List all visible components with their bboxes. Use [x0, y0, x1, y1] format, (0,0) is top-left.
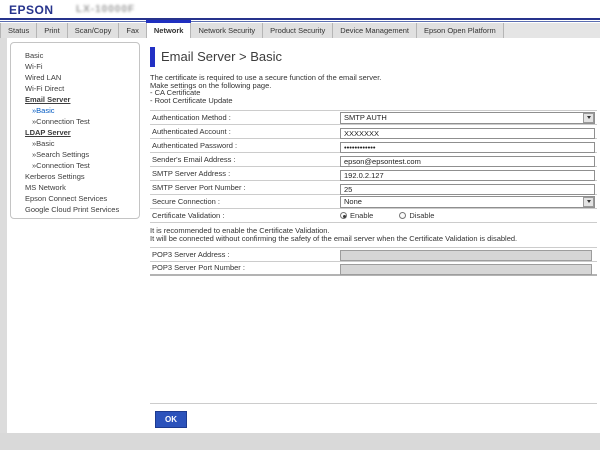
- pop3-form: POP3 Server Address : POP3 Server Port N…: [150, 247, 597, 276]
- selected-value: SMTP AUTH: [341, 113, 387, 122]
- field-label: Authentication Method :: [150, 113, 340, 122]
- smtp-server-port-number-input[interactable]: [340, 184, 595, 195]
- sidebar-item-basic[interactable]: Basic: [11, 50, 139, 61]
- sidebar-item-email-server-connection-test[interactable]: »Connection Test: [11, 116, 139, 127]
- tab-fax[interactable]: Fax: [119, 23, 147, 38]
- tab-network-security[interactable]: Network Security: [191, 23, 263, 38]
- tab-print[interactable]: Print: [37, 23, 67, 38]
- certificate-validation-note: It is recommended to enable the Certific…: [150, 227, 597, 243]
- sidebar-item-kerberos-settings[interactable]: Kerberos Settings: [11, 171, 139, 182]
- printer-model-redacted: LX-10000F: [76, 4, 135, 15]
- sidebar-item-epson-connect-services[interactable]: Epson Connect Services: [11, 193, 139, 204]
- field-label: POP3 Server Address :: [150, 250, 340, 259]
- tab-status[interactable]: Status: [0, 23, 37, 38]
- radio-enable-icon[interactable]: [340, 212, 347, 219]
- chevron-down-icon[interactable]: [583, 197, 594, 207]
- epson-web-config-page: EPSON LX-10000F Status Print Scan/Copy F…: [0, 0, 600, 450]
- certificate-validation-radio-group: Enable Disable: [340, 211, 597, 220]
- secure-connection-select[interactable]: None: [340, 196, 595, 208]
- sidebar-item-ldap-search-settings[interactable]: »Search Settings: [11, 149, 139, 160]
- sidebar-item-ms-network[interactable]: MS Network: [11, 182, 139, 193]
- epson-logo: EPSON: [9, 3, 54, 17]
- main-content: Email Server > Basic The certificate is …: [150, 46, 597, 276]
- field-label: Authenticated Password :: [150, 141, 340, 150]
- note-line: It will be connected without confirming …: [150, 235, 597, 243]
- field-label: POP3 Server Port Number :: [150, 263, 340, 272]
- description-line: - Root Certificate Update: [150, 97, 597, 105]
- sidebar-nav: Basic Wi-Fi Wired LAN Wi-Fi Direct Email…: [10, 42, 140, 219]
- sidebar-item-email-server-basic[interactable]: »Basic: [11, 105, 139, 116]
- bottom-status-strip: [0, 433, 600, 450]
- tab-epson-open-platform[interactable]: Epson Open Platform: [417, 23, 504, 38]
- top-tab-bar: Status Print Scan/Copy Fax Network Netwo…: [0, 23, 600, 38]
- header: EPSON LX-10000F: [0, 0, 600, 18]
- sidebar-item-google-cloud-print-services[interactable]: Google Cloud Print Services: [11, 204, 139, 215]
- form-row-secure-connection: Secure Connection : None: [150, 195, 597, 209]
- description-text: The certificate is required to use a sec…: [150, 74, 597, 104]
- pop3-server-port-number-input: [340, 264, 592, 275]
- email-server-form: Authentication Method : SMTP AUTH Authen…: [150, 110, 597, 223]
- tab-scan-copy[interactable]: Scan/Copy: [68, 23, 120, 38]
- radio-disable-icon[interactable]: [399, 212, 406, 219]
- field-label: Authenticated Account :: [150, 127, 340, 136]
- selected-value: None: [341, 197, 362, 206]
- tab-product-security[interactable]: Product Security: [263, 23, 333, 38]
- sidebar-item-ldap-basic[interactable]: »Basic: [11, 138, 139, 149]
- field-label: SMTP Server Port Number :: [150, 183, 340, 192]
- sidebar-item-ldap-connection-test[interactable]: »Connection Test: [11, 160, 139, 171]
- radio-option-disable[interactable]: Disable: [399, 211, 434, 220]
- radio-option-enable[interactable]: Enable: [340, 211, 373, 220]
- footer-divider: [150, 403, 597, 404]
- radio-label: Disable: [409, 211, 434, 220]
- page-title-block: Email Server > Basic: [150, 46, 597, 67]
- description-line: Make settings on the following page.: [150, 82, 597, 90]
- form-row-pop3-server-port-number: POP3 Server Port Number :: [150, 262, 597, 276]
- field-label: Secure Connection :: [150, 197, 340, 206]
- sidebar-section-email-server[interactable]: Email Server: [11, 94, 139, 105]
- page-title: Email Server > Basic: [161, 49, 282, 64]
- sidebar-item-wifi[interactable]: Wi-Fi: [11, 61, 139, 72]
- sidebar-item-wired-lan[interactable]: Wired LAN: [11, 72, 139, 83]
- field-label: Sender's Email Address :: [150, 155, 340, 164]
- field-label: Certificate Validation :: [150, 211, 340, 220]
- tab-network[interactable]: Network: [147, 23, 192, 38]
- left-gutter: [0, 38, 7, 433]
- radio-label: Enable: [350, 211, 373, 220]
- header-divider: [0, 18, 600, 20]
- header-divider-thin: [0, 21, 600, 22]
- sidebar-item-wifi-direct[interactable]: Wi-Fi Direct: [11, 83, 139, 94]
- title-accent-bar: [150, 47, 155, 67]
- form-row-smtp-server-port-number: SMTP Server Port Number :: [150, 181, 597, 195]
- tab-device-management[interactable]: Device Management: [333, 23, 417, 38]
- chevron-down-icon[interactable]: [583, 113, 594, 123]
- sidebar-section-ldap-server[interactable]: LDAP Server: [11, 127, 139, 138]
- ok-button[interactable]: OK: [155, 411, 187, 428]
- form-row-certificate-validation: Certificate Validation : Enable Disable: [150, 209, 597, 223]
- field-label: SMTP Server Address :: [150, 169, 340, 178]
